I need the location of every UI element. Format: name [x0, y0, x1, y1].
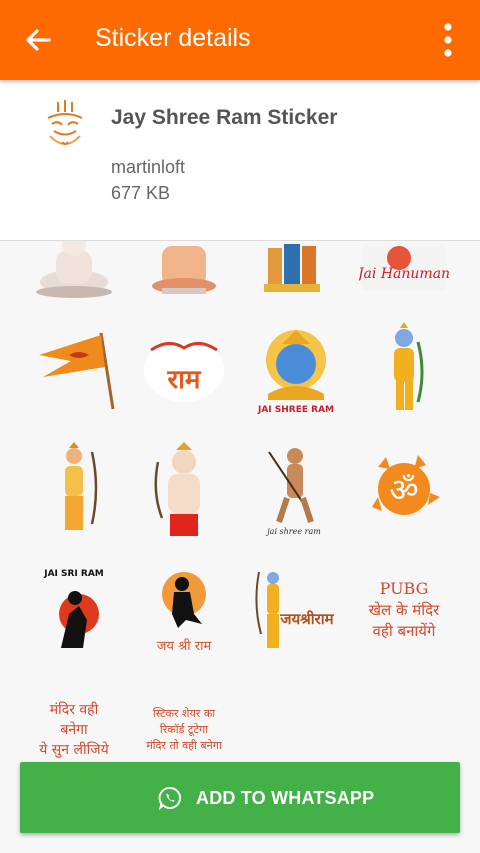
- arrow-back-icon[interactable]: [22, 24, 54, 56]
- sticker-jai-hanuman[interactable]: Jai Hanuman: [354, 240, 454, 300]
- sticker-jai-hanuman-text: Jai Hanuman: [359, 266, 449, 282]
- app-bar: Sticker details: [0, 0, 480, 80]
- sticker-share-line-3: मंदिर तो वही बनेगा: [146, 738, 222, 752]
- sticker-record-share[interactable]: स्टिकर शेयर का रिकॉर्ड टूटेगा मंदिर तो व…: [128, 680, 240, 760]
- pack-author: martinloft: [111, 157, 186, 177]
- sticker-ram-bow[interactable]: [24, 440, 124, 540]
- sticker-hanuman-seated[interactable]: [134, 240, 234, 300]
- sticker-ram-archer[interactable]: jai shree ram: [244, 440, 344, 540]
- sticker-hanuman-silhouette[interactable]: जय श्री राम: [134, 560, 234, 660]
- sticker-jayshri-text: जयश्रीराम: [279, 610, 334, 628]
- sticker-pubg-line-2: खेल के मंदिर: [368, 601, 440, 620]
- add-to-whatsapp-label: ADD TO WHATSAPP: [196, 788, 375, 808]
- add-to-whatsapp-button[interactable]: ADD TO WHATSAPP: [20, 762, 460, 833]
- sticker-ram-standing-blue[interactable]: [354, 320, 454, 420]
- sticker-om-text: ॐ: [389, 471, 418, 509]
- sticker-ram-calligraphy[interactable]: जयश्रीराम: [244, 560, 344, 660]
- sticker-pubg-line-3: वही बनायेंगे: [372, 622, 436, 641]
- sticker-ram-darbar[interactable]: [244, 240, 344, 300]
- sticker-jay-shri-ram-hi-text: जय श्री राम: [157, 638, 212, 654]
- pack-name: Jay Shree Ram Sticker: [111, 106, 338, 129]
- sticker-mandir-line-2: बनेगा: [60, 721, 88, 738]
- sticker-jai-shree-ram-small-text: jai shree ram: [265, 527, 321, 536]
- sticker-mandir-vahi[interactable]: मंदिर वही बनेगा ये सुन लीजिये: [24, 680, 124, 760]
- sticker-jai-sri-ram-hanuman[interactable]: JAI SRI RAM: [24, 560, 124, 660]
- more-vertical-icon[interactable]: [438, 22, 458, 58]
- page-title: Sticker details: [95, 24, 251, 52]
- sticker-ram-text: राम: [167, 365, 202, 395]
- sticker-lord-ram-portrait[interactable]: JAI SHREE RAM: [244, 320, 344, 420]
- sticker-grid: Jai Hanuman राम JAI SHREE RAM jai shree …: [0, 240, 480, 760]
- sticker-pubg-line-1: PUBG: [379, 578, 429, 598]
- whatsapp-icon: [158, 786, 182, 810]
- sticker-mandir-line-3: ये सुन लीजिये: [39, 742, 109, 759]
- sticker-mandir-line-1: मंदिर वही: [49, 701, 99, 718]
- sticker-saffron-flag[interactable]: [24, 320, 124, 420]
- sticker-om-sun[interactable]: ॐ: [354, 440, 454, 540]
- sticker-jai-sri-ram-text: JAI SRI RAM: [43, 569, 104, 579]
- sticker-share-line-1: स्टिकर शेयर का: [152, 707, 216, 721]
- deity-face-icon: [47, 100, 83, 145]
- pack-size: 677 KB: [111, 183, 171, 203]
- sticker-share-line-2: रिकॉर्ड टूटेगा: [159, 723, 209, 737]
- sticker-ram-warrior[interactable]: [134, 440, 234, 540]
- sticker-pubg-mandir[interactable]: PUBG खेल के मंदिर वही बनायेंगे: [350, 560, 458, 660]
- sticker-jai-shree-ram-text: JAI SHREE RAM: [257, 405, 334, 415]
- sticker-hanuman-meditating[interactable]: [24, 240, 124, 300]
- sticker-ram-hanuman-text[interactable]: राम: [134, 320, 234, 420]
